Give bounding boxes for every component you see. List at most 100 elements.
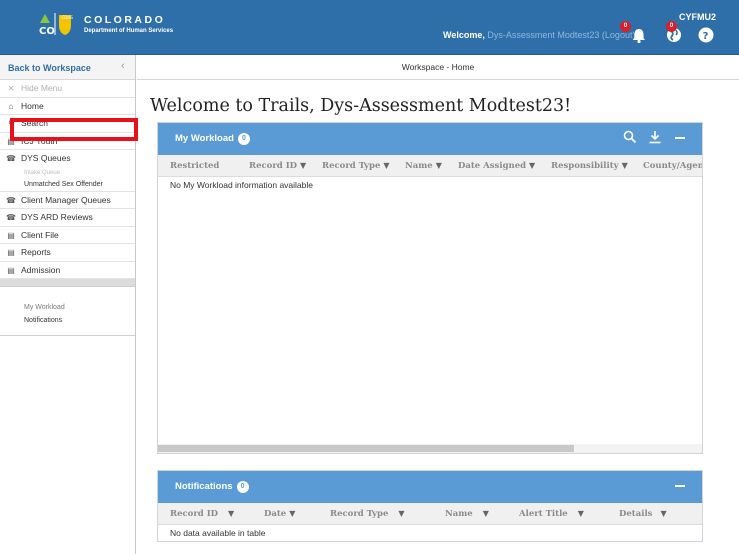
column-record-type[interactable]: Record Type ▼	[330, 509, 405, 519]
sort-filter-icon[interactable]: ▼	[289, 509, 295, 518]
scrollbar-thumb[interactable]	[158, 445, 574, 452]
download-icon[interactable]	[648, 130, 662, 144]
hide-menu-button[interactable]: ✕ Hide Menu	[0, 80, 135, 98]
sidebar-link-notifications[interactable]: Notifications	[0, 314, 135, 327]
close-icon: ✕	[7, 84, 15, 93]
column-record-type[interactable]: Record Type ▼	[322, 161, 390, 171]
briefcase-icon: ▤	[7, 248, 15, 257]
sidebar-subitem-unmatched-sex-offender[interactable]: Unmatched Sex Offender	[0, 178, 135, 192]
sidebar-link-my-workload[interactable]: My Workload	[0, 301, 135, 314]
sidebar-item-label: Reports	[21, 247, 51, 257]
sidebar-item-label: ICJ Youth	[21, 135, 58, 146]
sidebar: Back to Workspace ‹ ✕ Hide Menu ⌂ Home ⚲…	[0, 55, 136, 554]
column-label: County/Agen	[643, 161, 702, 171]
sidebar-divider	[0, 279, 135, 287]
notifications-empty-message: No data available in table	[170, 528, 266, 538]
filter-icon[interactable]: ▼	[578, 509, 584, 518]
search-icon[interactable]	[623, 130, 637, 144]
sort-filter-icon[interactable]: ▼	[529, 161, 535, 170]
filter-icon[interactable]: ▼	[228, 509, 234, 518]
sidebar-item-search[interactable]: ⚲ Search	[0, 115, 135, 133]
welcome-prefix: Welcome,	[443, 30, 485, 40]
sidebar-item-admission[interactable]: ▤ Admission	[0, 262, 135, 279]
my-workload-title: My Workload 0	[175, 133, 250, 145]
notifications-badge: 0	[620, 21, 631, 32]
sidebar-item-label: DYS Queues	[21, 153, 71, 163]
briefcase-icon: ▤	[7, 230, 15, 240]
sidebar-item-label: Home	[21, 100, 44, 111]
my-workload-column-header: Restricted Record ID ▼ Record Type ▼ Name ▼…	[158, 155, 702, 177]
column-label: Details	[619, 509, 653, 519]
my-workload-panel: My Workload 0 Restricted Record ID ▼ Recor…	[157, 122, 703, 454]
sidebar-item-icj-youth[interactable]: ▤ ICJ Youth	[0, 133, 135, 150]
my-workload-header: My Workload 0	[158, 123, 702, 155]
column-label: Name	[445, 509, 473, 519]
column-date[interactable]: Date ▼	[264, 509, 295, 519]
column-record-id[interactable]: Record ID ▼	[170, 509, 234, 519]
collapse-icon[interactable]	[674, 130, 686, 144]
notifications-header: Notifications 0	[158, 471, 702, 503]
globe-button[interactable]: 0	[665, 21, 683, 44]
column-details[interactable]: Details ▼	[619, 509, 667, 519]
sidebar-item-label: Admission	[21, 264, 61, 275]
column-label: Record ID	[249, 161, 298, 171]
filter-icon[interactable]: ▼	[483, 509, 489, 518]
sidebar-item-reports[interactable]: ▤ Reports	[0, 244, 135, 262]
svg-text:CO: CO	[39, 26, 55, 37]
collapse-icon[interactable]	[674, 478, 686, 492]
column-label: Responsibility	[551, 161, 619, 171]
help-button[interactable]: ?	[697, 26, 715, 44]
colorado-logo: CO CDHS	[36, 11, 74, 37]
column-label: Restricted	[170, 161, 220, 171]
chevron-left-icon[interactable]: ‹	[121, 60, 125, 72]
column-name[interactable]: Name ▼	[405, 161, 442, 171]
notifications-count-badge: 0	[236, 481, 249, 493]
hide-menu-label: Hide Menu	[21, 83, 63, 93]
page-title: Welcome to Trails, Dys-Assessment Modtes…	[150, 96, 572, 116]
sidebar-item-label: DYS ARD Reviews	[21, 212, 93, 222]
sidebar-item-dys-queues[interactable]: ☎ DYS Queues	[0, 150, 135, 168]
logo-subtitle: Department of Human Services	[84, 28, 174, 34]
welcome-text: Welcome, Dys-Assessment Modtest23 (Logou…	[443, 30, 635, 40]
column-label: Record Type	[322, 161, 381, 171]
horizontal-scrollbar[interactable]	[158, 444, 702, 453]
sidebar-item-dys-ard-reviews[interactable]: ☎ DYS ARD Reviews	[0, 209, 135, 227]
logout-link[interactable]: Logout	[605, 30, 633, 40]
sidebar-item-client-file[interactable]: ▤ Client File	[0, 227, 135, 244]
filter-icon[interactable]: ▼	[622, 161, 628, 170]
sidebar-subitem-intake-queue[interactable]: Intake Queue	[0, 168, 135, 178]
my-workload-title-text: My Workload	[175, 133, 234, 144]
filter-icon[interactable]: ▼	[300, 161, 306, 170]
column-label: Name	[405, 161, 433, 171]
notifications-title: Notifications 0	[175, 481, 249, 493]
sidebar-item-home[interactable]: ⌂ Home	[0, 98, 135, 115]
column-label: Record ID	[170, 509, 219, 519]
column-restricted[interactable]: Restricted	[170, 161, 219, 171]
column-label: Record Type	[330, 509, 389, 519]
filter-icon[interactable]: ▼	[383, 161, 389, 170]
sidebar-item-client-manager-queues[interactable]: ☎ Client Manager Queues	[0, 192, 135, 209]
globe-badge: 0	[666, 21, 677, 32]
home-icon: ⌂	[8, 101, 14, 111]
column-responsibility[interactable]: Responsibility ▼	[551, 161, 628, 171]
column-county-agency[interactable]: County/Agen	[643, 161, 702, 171]
column-label: Date	[264, 509, 287, 519]
phone-icon: ☎	[6, 195, 16, 205]
column-record-id[interactable]: Record ID ▼	[249, 161, 306, 171]
column-date-assigned[interactable]: Date Assigned ▼	[458, 161, 535, 171]
column-alert-title[interactable]: Alert Title ▼	[519, 509, 584, 519]
column-label: Date Assigned	[458, 161, 527, 171]
sidebar-divider	[0, 327, 135, 336]
svg-text:?: ?	[703, 31, 709, 42]
briefcase-icon: ▤	[7, 136, 15, 146]
column-name[interactable]: Name ▼	[445, 509, 489, 519]
filter-icon[interactable]: ▼	[436, 161, 442, 170]
bell-icon	[633, 29, 645, 44]
notifications-bell-button[interactable]: 0	[620, 21, 648, 44]
svg-text:CDHS: CDHS	[62, 15, 74, 20]
sidebar-item-label: Client File	[21, 229, 59, 240]
my-workload-empty-message: No My Workload information available	[170, 180, 313, 190]
back-to-workspace-button[interactable]: Back to Workspace ‹	[0, 55, 135, 80]
filter-icon[interactable]: ▼	[398, 509, 404, 518]
filter-icon[interactable]: ▼	[660, 509, 666, 518]
